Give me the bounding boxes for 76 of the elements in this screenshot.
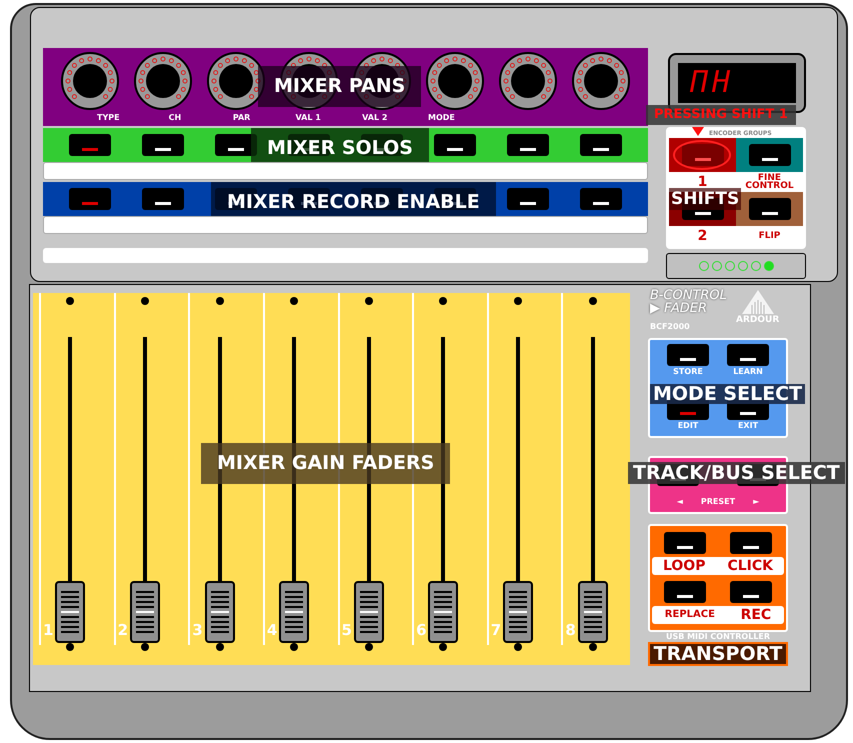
- pad-button[interactable]: [748, 144, 790, 166]
- channel-number: 2: [118, 623, 128, 638]
- knob-icon[interactable]: [498, 51, 558, 111]
- knob-label: TYPE: [97, 113, 120, 123]
- button-label: REPLACE: [664, 610, 715, 620]
- pad-button[interactable]: [667, 344, 709, 366]
- triangle-logo-icon: [741, 289, 775, 315]
- button-label: 2: [698, 229, 708, 243]
- knob-icon[interactable]: [571, 51, 632, 111]
- channel-number: 5: [342, 623, 352, 638]
- button-label: FLIP: [758, 232, 782, 240]
- knob-label: MODE: [428, 113, 455, 123]
- label-tooltip: MODE SELECT: [650, 384, 806, 404]
- preset-label: PRESET: [700, 498, 736, 506]
- knob-label: CH: [168, 113, 182, 123]
- label-tooltip: MIXER RECORD ENABLE: [211, 182, 496, 216]
- button-label: STORE: [673, 366, 703, 378]
- channel-number: 6: [416, 623, 427, 638]
- pad-button[interactable]: [664, 532, 706, 554]
- label-tooltip: SHIFTS: [669, 188, 742, 210]
- led-icon: [694, 212, 710, 215]
- fader-cap[interactable]: [204, 581, 235, 643]
- button-label: EDIT: [678, 420, 698, 432]
- callout-label: PRESSING SHIFT 1: [646, 105, 796, 125]
- pad-button[interactable]: [142, 188, 184, 210]
- knob-icon[interactable]: [425, 51, 486, 111]
- led-icon: [694, 158, 710, 161]
- pointer-icon: [692, 127, 704, 136]
- fader-cap[interactable]: [503, 581, 534, 643]
- brand-text: B-CONTROL: [650, 289, 727, 302]
- button-label: REC: [740, 608, 772, 622]
- channel-number: 3: [192, 623, 203, 638]
- pad-button[interactable]: [730, 532, 772, 554]
- button-label: LOOP: [662, 559, 706, 573]
- pad-button[interactable]: [507, 134, 550, 156]
- knob-icon[interactable]: [60, 51, 120, 111]
- channel-number: 7: [490, 623, 502, 638]
- display-readout: ΠH: [690, 68, 734, 98]
- knob-label: VAL 2: [362, 113, 388, 123]
- fader-cap[interactable]: [279, 581, 310, 643]
- button-label: CLICK: [727, 559, 773, 573]
- pad-button[interactable]: [727, 344, 769, 366]
- label-tooltip: MIXER SOLOS: [251, 128, 429, 162]
- pad-button[interactable]: [664, 581, 706, 603]
- label-tooltip: TRANSPORT: [648, 642, 788, 666]
- pad-button[interactable]: [507, 188, 550, 210]
- arrow-right-icon: ►: [753, 498, 760, 506]
- button-label: 1: [698, 175, 708, 189]
- knob-label: PAR: [232, 113, 250, 123]
- pad-button[interactable]: [434, 134, 476, 156]
- label-tooltip: MIXER GAIN FADERS: [201, 443, 450, 484]
- button-label: EXIT: [738, 420, 758, 432]
- label-tooltip: TRACK/BUS SELECT: [628, 462, 845, 484]
- knob-icon[interactable]: [132, 51, 193, 111]
- highlight-ring: [673, 140, 731, 170]
- led-icon: [762, 158, 778, 161]
- channel-number: 8: [565, 623, 576, 638]
- pad-button[interactable]: [580, 188, 622, 210]
- fader-cap[interactable]: [55, 581, 86, 643]
- fader-cap[interactable]: [354, 581, 384, 643]
- button-label: LEARN: [733, 366, 763, 378]
- pad-button[interactable]: [142, 134, 184, 156]
- fader-cap[interactable]: [428, 581, 458, 643]
- label-tooltip: MIXER PANS: [258, 66, 422, 106]
- channel-number: 4: [266, 623, 278, 638]
- button-label: FINE CONTROL: [744, 174, 795, 190]
- brand-text: ▶ FADER: [650, 302, 707, 315]
- knob-label: VAL 1: [296, 113, 321, 123]
- pad-button[interactable]: [748, 198, 790, 220]
- led-icon: [762, 212, 778, 215]
- fader-cap[interactable]: [578, 581, 608, 643]
- pad-button[interactable]: [730, 581, 772, 603]
- arrow-left-icon: ◄: [676, 498, 683, 506]
- fader-cap[interactable]: [130, 581, 160, 643]
- pad-button[interactable]: [580, 134, 622, 156]
- channel-number: 1: [43, 623, 54, 638]
